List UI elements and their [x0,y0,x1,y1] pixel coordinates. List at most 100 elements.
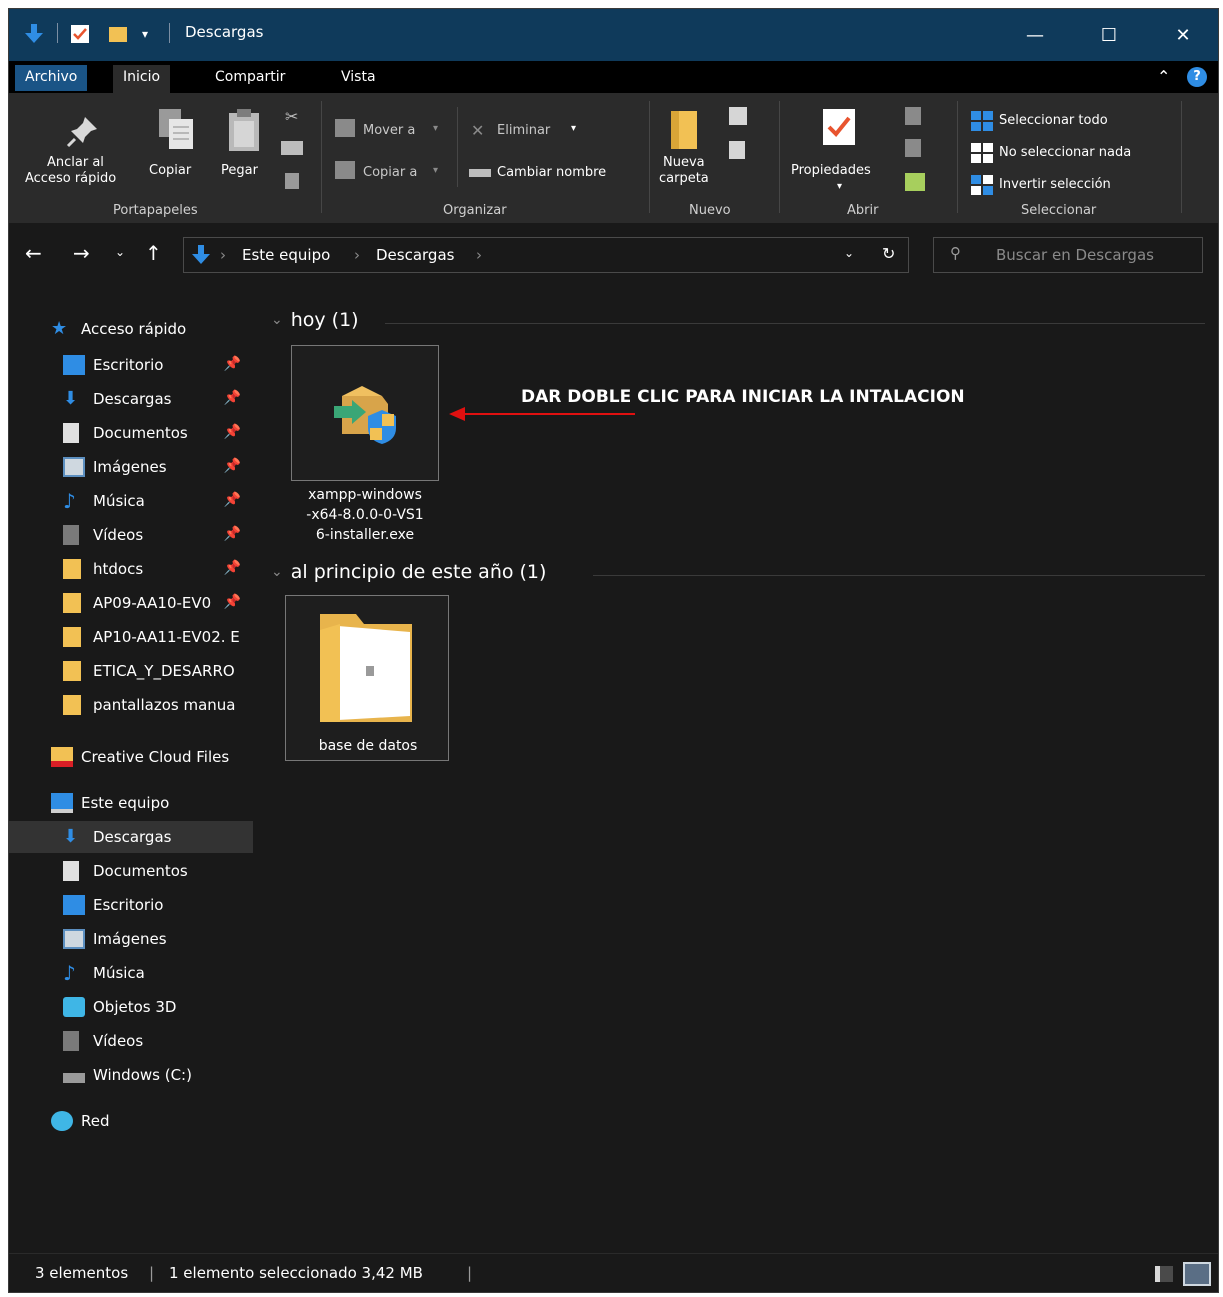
sidebar-item-label: Escritorio [93,896,164,914]
sidebar-item-ap10[interactable]: AP10-AA11-EV02. E [9,621,253,653]
group-header-principio-ano[interactable]: ⌄ al principio de este año (1) [271,561,546,583]
search-box[interactable]: ⚲ Buscar en Descargas [933,237,1203,273]
breadcrumb-descargas[interactable]: Descargas [376,246,454,264]
sidebar-item-pc-musica[interactable]: ♪ Música [9,957,253,989]
group-label-organizar: Organizar [443,203,507,218]
sidebar-item-label: Creative Cloud Files [81,748,230,766]
cut-icon[interactable]: ✂ [285,107,298,126]
up-arrow-icon[interactable]: ↑ [145,241,162,265]
address-bar[interactable]: › Este equipo › Descargas › ⌄ ↻ [183,237,909,273]
sidebar-item-htdocs[interactable]: htdocs 📌 [9,553,253,585]
annotation-text: DAR DOBLE CLIC PARA INICIAR LA INTALACIO… [521,387,965,407]
delete-x-icon: ✕ [471,121,485,140]
collapse-ribbon-icon[interactable]: ⌃ [1157,67,1170,86]
sidebar-item-pc-imagenes[interactable]: Imágenes [9,923,253,955]
sidebar-item-videos[interactable]: Vídeos 📌 [9,519,253,551]
details-view-icon[interactable] [1155,1266,1173,1282]
sidebar-item-pc-descargas[interactable]: ⬇ Descargas [9,821,253,853]
sidebar-item-ap09[interactable]: AP09-AA10-EV0 📌 [9,587,253,619]
tab-vista[interactable]: Vista [331,65,386,91]
sidebar-item-musica[interactable]: ♪ Música 📌 [9,485,253,517]
refresh-icon[interactable]: ↻ [882,244,895,263]
file-name-installer[interactable]: xampp-windows -x64-8.0.0-0-VS1 6-install… [283,485,447,545]
sidebar-item-label: htdocs [93,560,144,578]
download-arrow-icon[interactable] [23,21,45,47]
sidebar-item-pc-videos[interactable]: Vídeos [9,1025,253,1057]
move-to-chevron-icon: ▾ [433,123,439,134]
pinned-icon: 📌 [223,492,241,508]
sidebar-item-label: Objetos 3D [93,998,177,1016]
select-all-icon [971,111,993,131]
pinned-icon: 📌 [223,424,241,440]
pinned-icon: 📌 [223,526,241,542]
forward-arrow-icon[interactable]: → [73,241,90,265]
sidebar-item-label: Descargas [93,828,172,846]
sidebar-item-label: Documentos [93,424,188,442]
close-button[interactable]: ✕ [1146,9,1218,61]
copy-path-icon[interactable] [281,141,303,155]
copy-to-label: Copiar a [363,165,418,180]
easy-access-icon[interactable] [729,141,745,159]
star-icon: ★ [51,318,68,339]
address-history-chevron-icon[interactable]: ⌄ [844,246,854,260]
tab-archivo[interactable]: Archivo [15,65,88,91]
sidebar-item-pc-objetos-3d[interactable]: Objetos 3D [9,991,253,1023]
sidebar-item-pantallazos[interactable]: pantallazos manua [9,689,253,721]
select-none-label: No seleccionar nada [999,145,1132,160]
large-icons-view-icon[interactable] [1183,1262,1211,1286]
collapse-chevron-icon: ⌄ [271,312,283,328]
sidebar-item-acceso-rapido[interactable]: ★ Acceso rápido [9,313,253,345]
maximize-button[interactable]: ☐ [1072,9,1146,61]
folder-icon [63,593,81,613]
sidebar-item-label: pantallazos manua [93,696,236,714]
select-all-label: Seleccionar todo [999,113,1108,128]
folder-icon [63,695,81,715]
sidebar-item-escritorio[interactable]: Escritorio 📌 [9,349,253,381]
history-icon[interactable] [905,173,925,191]
file-tile-installer[interactable] [291,345,439,481]
properties-check-icon[interactable] [69,21,91,47]
music-note-icon: ♪ [63,489,76,513]
sidebar-item-este-equipo[interactable]: Este equipo [9,787,253,819]
sidebar-item-creative-cloud[interactable]: Creative Cloud Files [9,741,253,773]
copy-to-icon [335,161,355,179]
edit-icon[interactable] [905,139,921,157]
separator [169,23,170,43]
new-item-icon[interactable] [729,107,747,125]
sidebar-item-descargas[interactable]: ⬇ Descargas 📌 [9,383,253,415]
separator [57,23,58,43]
sidebar-item-label: Acceso rápido [81,320,187,338]
sidebar-item-label: Imágenes [93,930,167,948]
download-icon: ⬇ [63,826,79,847]
network-icon [51,1111,73,1131]
paste-shortcut-icon[interactable] [285,173,299,189]
breadcrumb-este-equipo[interactable]: Este equipo [242,246,330,264]
ribbon-separator [1181,101,1182,213]
back-arrow-icon[interactable]: ← [25,241,42,265]
tab-inicio[interactable]: Inicio [113,65,171,93]
help-icon[interactable]: ? [1187,67,1207,87]
sidebar-item-red[interactable]: Red [9,1105,253,1137]
new-folder-icon[interactable] [107,21,129,47]
group-header-hoy[interactable]: ⌄ hoy (1) [271,309,359,331]
sidebar-item-pc-documentos[interactable]: Documentos [9,855,253,887]
paste-icon [229,109,259,151]
delete-label: Eliminar [497,123,551,138]
customize-toolbar-chevron-icon[interactable]: ▾ [137,21,153,47]
open-icon[interactable] [905,107,921,125]
tab-compartir[interactable]: Compartir [205,65,295,91]
folder-icon [63,627,81,647]
folder-tile-base-de-datos[interactable]: base de datos [285,595,449,761]
sidebar-item-imagenes[interactable]: Imágenes 📌 [9,451,253,483]
move-to-label: Mover a [363,123,416,138]
status-separator: | [467,1264,473,1282]
sidebar-item-documentos[interactable]: Documentos 📌 [9,417,253,449]
sidebar-item-pc-escritorio[interactable]: Escritorio [9,889,253,921]
pictures-icon [63,929,85,949]
breadcrumb-separator: › [354,246,360,264]
sidebar-item-etica[interactable]: ETICA_Y_DESARRO [9,655,253,687]
status-selection: 1 elemento seleccionado 3,42 MB [169,1264,423,1282]
sidebar-item-pc-windows-c[interactable]: Windows (C:) [9,1059,253,1091]
recent-locations-chevron-icon[interactable]: ⌄ [115,245,125,259]
minimize-button[interactable]: — [998,9,1072,61]
